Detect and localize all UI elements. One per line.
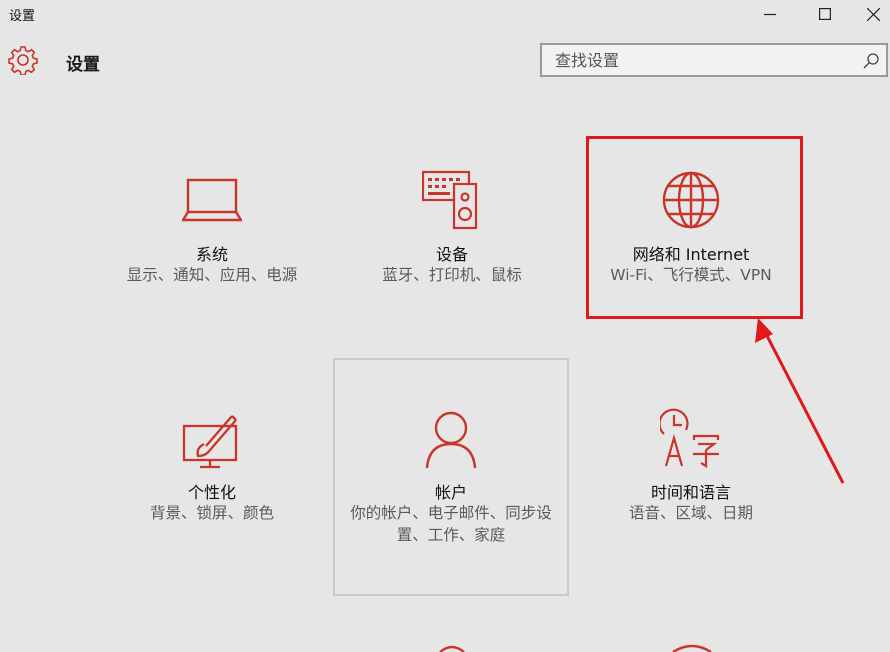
paint-monitor-icon — [182, 415, 238, 469]
tile-title: 系统 — [195, 245, 228, 264]
tile-accounts[interactable]: 帐户 你的帐户、电子邮件、同步设置、工作、家庭 — [333, 358, 569, 596]
tile-title: 设备 — [435, 245, 468, 264]
tile-devices[interactable]: 设备 蓝牙、打印机、鼠标 — [334, 120, 570, 358]
search-input[interactable] — [542, 45, 855, 75]
highlight-box — [586, 136, 803, 319]
partial-tile-icon — [672, 644, 712, 652]
tile-title: 时间和语言 — [650, 483, 731, 502]
tile-subtitle: 蓝牙、打印机、鼠标 — [382, 266, 522, 284]
page-title: 设置 — [66, 55, 100, 75]
tile-subtitle: 背景、锁屏、颜色 — [149, 504, 274, 522]
partial-tile-icon — [439, 645, 465, 652]
tile-subtitle: 你的帐户、电子邮件、同步设置、工作、家庭 — [350, 504, 552, 544]
person-icon — [425, 411, 477, 469]
search-icon[interactable] — [862, 52, 880, 70]
window-title: 设置 — [9, 9, 36, 24]
maximize-button[interactable] — [802, 0, 848, 28]
search-box[interactable] — [540, 43, 888, 77]
clock-language-icon — [660, 408, 720, 468]
laptop-icon — [182, 178, 242, 222]
minimize-button[interactable] — [747, 0, 793, 28]
close-button[interactable] — [850, 0, 890, 28]
tile-title: 个性化 — [187, 483, 236, 502]
keyboard-speaker-icon — [422, 170, 478, 230]
tile-personalization[interactable]: 个性化 背景、锁屏、颜色 — [94, 358, 330, 596]
tile-subtitle: 显示、通知、应用、电源 — [126, 266, 298, 284]
title-bar: 设置 — [0, 0, 890, 28]
close-icon — [866, 7, 880, 21]
gear-icon — [8, 46, 38, 75]
tile-time-language[interactable]: 时间和语言 语音、区域、日期 — [573, 358, 809, 596]
tile-title: 帐户 — [434, 483, 467, 502]
maximize-icon — [819, 8, 831, 20]
tile-system[interactable]: 系统 显示、通知、应用、电源 — [94, 120, 330, 358]
minimize-icon — [764, 13, 776, 16]
tile-subtitle: 语音、区域、日期 — [628, 504, 753, 522]
